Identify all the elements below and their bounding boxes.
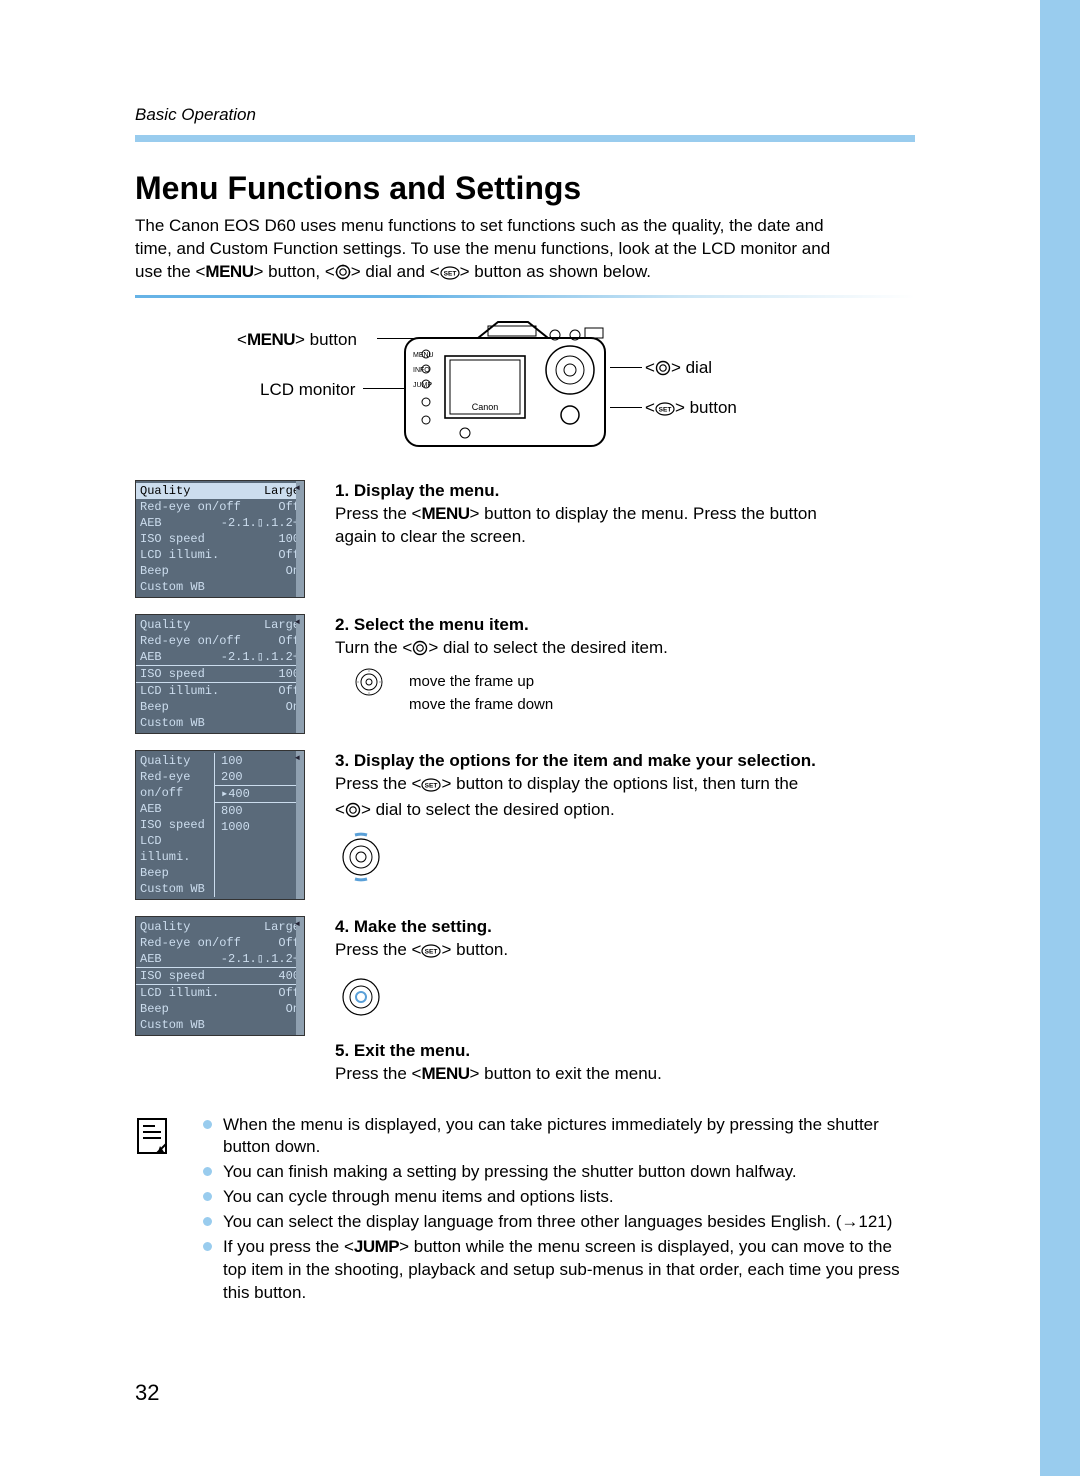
- tip-5: If you press the <JUMP> button while the…: [203, 1236, 915, 1305]
- quick-dial-illustration: [335, 971, 915, 1030]
- step-1: QualityLarge Red-eye on/offOff AEB-2.1.▯…: [135, 480, 915, 598]
- set-icon: SET: [421, 776, 441, 799]
- lcd-screenshot-2: QualityLarge Red-eye on/offOff AEB-2.1.▯…: [135, 614, 305, 734]
- intro-line2: time, and Custom Function settings. To u…: [135, 239, 830, 258]
- svg-text:MENU: MENU: [413, 352, 434, 359]
- page-accent-bar: [1040, 0, 1080, 1476]
- intro-paragraph: The Canon EOS D60 uses menu functions to…: [135, 215, 915, 287]
- step5-heading: 5. Exit the menu.: [335, 1040, 915, 1063]
- diagram-set-label: <SET> button: [645, 398, 737, 421]
- lcd-screenshot-3: Quality Red-eye on/off AEB ISO speed LCD…: [135, 750, 305, 900]
- step-2: QualityLarge Red-eye on/offOff AEB-2.1.▯…: [135, 614, 915, 734]
- svg-text:SET: SET: [443, 270, 456, 277]
- horizontal-rule: [135, 135, 915, 142]
- page-title: Menu Functions and Settings: [135, 170, 915, 207]
- svg-text:SET: SET: [425, 782, 438, 789]
- tips-block: When the menu is displayed, you can take…: [135, 1114, 915, 1308]
- dial-icon: [335, 264, 351, 287]
- step2-heading: 2. Select the menu item.: [335, 614, 915, 637]
- quick-dial-icon: [345, 667, 393, 697]
- diagram-dial-label: <> dial: [645, 358, 712, 381]
- set-icon: SET: [421, 942, 441, 965]
- section-label: Basic Operation: [135, 105, 915, 125]
- page-number: 32: [135, 1380, 159, 1406]
- dial-icon: [655, 360, 671, 381]
- svg-text:SET: SET: [425, 948, 438, 955]
- svg-text:Canon: Canon: [472, 402, 499, 412]
- note-icon: [135, 1116, 175, 1161]
- tip-2: You can finish making a setting by press…: [203, 1161, 915, 1184]
- svg-text:JUMP: JUMP: [413, 382, 432, 389]
- step4-heading: 4. Make the setting.: [335, 916, 915, 939]
- tip-1: When the menu is displayed, you can take…: [203, 1114, 915, 1160]
- gradient-rule: [135, 295, 915, 298]
- step1-heading: 1. Display the menu.: [335, 480, 915, 503]
- intro-line3d: > button as shown below.: [460, 262, 651, 281]
- step-4: QualityLarge Red-eye on/offOff AEB-2.1.▯…: [135, 916, 915, 1086]
- set-icon: SET: [655, 401, 675, 421]
- dial-icon: [345, 802, 361, 825]
- step3-heading: 3. Display the options for the item and …: [335, 750, 915, 773]
- dial-direction-down: move the frame down: [345, 695, 915, 715]
- camera-illustration: Canon MENU INFO JUMP: [400, 320, 615, 455]
- set-icon: SET: [440, 264, 460, 287]
- step-3: Quality Red-eye on/off AEB ISO speed LCD…: [135, 750, 915, 900]
- intro-line3c: > dial and <: [351, 262, 440, 281]
- intro-line3b: > button, <: [253, 262, 334, 281]
- intro-line3a: use the <: [135, 262, 205, 281]
- dial-icon: [412, 640, 428, 663]
- tip-4: You can select the display language from…: [203, 1211, 915, 1234]
- diagram-lcd-label: LCD monitor: [260, 380, 355, 400]
- tip-3: You can cycle through menu items and opt…: [203, 1186, 915, 1209]
- lcd-screenshot-1: QualityLarge Red-eye on/offOff AEB-2.1.▯…: [135, 480, 305, 598]
- svg-text:SET: SET: [659, 406, 672, 413]
- camera-diagram: <MENU> button LCD monitor Canon MENU INF…: [245, 320, 915, 460]
- diagram-menu-label: <MENU> button: [237, 330, 357, 350]
- svg-text:INFO: INFO: [413, 367, 430, 374]
- menu-word: MENU: [205, 262, 253, 281]
- quick-dial-illustration: [335, 831, 915, 890]
- lcd-screenshot-4: QualityLarge Red-eye on/offOff AEB-2.1.▯…: [135, 916, 305, 1036]
- dial-direction-up: move the frame up: [345, 667, 915, 697]
- intro-line1: The Canon EOS D60 uses menu functions to…: [135, 216, 824, 235]
